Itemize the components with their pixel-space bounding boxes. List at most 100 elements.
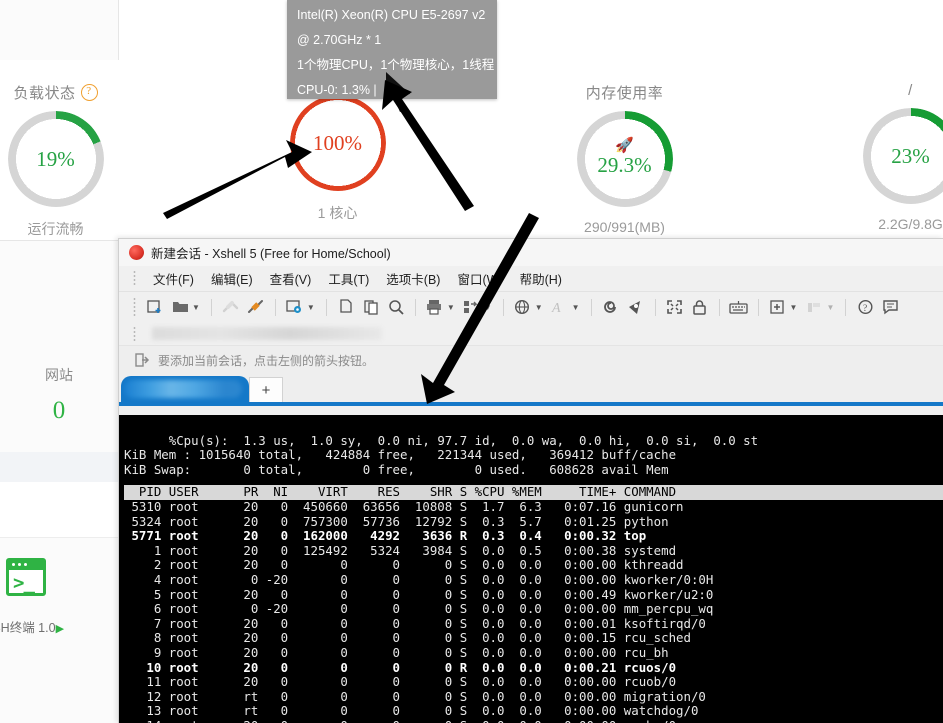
svg-text:A: A: [551, 301, 561, 315]
terminal-process-row: 6 root 0 -20 0 0 0 S 0.0 0.0 0:00.00 mm_…: [153, 601, 714, 617]
terminal-process-row: 7 root 20 0 0 0 0 S 0.0 0.0 0:00.01 ksof…: [153, 615, 706, 631]
terminal-summary-line-1: %Cpu(s): 1.3 us, 1.0 sy, 0.0 ni, 97.7 id…: [168, 432, 759, 448]
menu-item-edit[interactable]: 编辑(E): [211, 269, 253, 288]
terminal-process-row: 11 root 20 0 0 0 0 S 0.0 0.0 0:00.00 rcu…: [146, 674, 677, 690]
help-circle-icon[interactable]: ?: [855, 297, 875, 317]
gauge-ring-memory: 🚀 29.3%: [576, 111, 673, 207]
site-count-value: 0: [52, 397, 66, 424]
terminal-process-row: 5 root 20 0 0 0 0 S 0.0 0.0 0:00.49 kwor…: [153, 586, 714, 602]
cpu-tooltip-line-3: 1个物理CPU，1个物理核心，1线程: [297, 58, 495, 72]
gauge-value-memory: 🚀 29.3%: [577, 111, 673, 207]
gauge-ring-cpu: 100%: [289, 95, 386, 191]
gauge-title-load-text: 负载状态: [13, 85, 76, 102]
new-session-icon[interactable]: [145, 297, 165, 317]
menubar-grip[interactable]: [133, 270, 136, 287]
menu-item-help[interactable]: 帮助(H): [520, 269, 562, 288]
xshell-hint-bar: 要添加当前会话，点击左侧的箭头按钮。: [119, 345, 943, 374]
chevron-down-icon[interactable]: ▼: [192, 303, 200, 312]
copy-icon[interactable]: [336, 297, 356, 317]
help-icon[interactable]: ?: [80, 84, 98, 101]
transfer-files-icon[interactable]: [462, 297, 482, 317]
gauge-ring-load: 19%: [7, 111, 104, 207]
gauge-card-load[interactable]: 负载状态 ? 19% 运行流畅: [0, 60, 173, 240]
chevron-down-icon-4[interactable]: ▼: [484, 303, 492, 312]
xshell-hint-text: 要添加当前会话，点击左侧的箭头按钮。: [158, 353, 375, 368]
session-tab-active[interactable]: [121, 376, 249, 402]
cpu-tooltip-line-4: CPU-0: 1.3% |: [297, 83, 377, 97]
new-tab-icon[interactable]: [768, 297, 788, 317]
site-count-label: 网站: [45, 367, 73, 383]
menu-item-file[interactable]: 文件(F): [153, 269, 194, 288]
xshell-spiral-icon[interactable]: [601, 297, 621, 317]
ssh-terminal-caption[interactable]: SSH终端 1.0▶: [0, 617, 104, 636]
site-count-card[interactable]: 网站 0: [0, 347, 118, 453]
paste-icon[interactable]: [361, 297, 381, 317]
toolbar-separator-7: [654, 298, 656, 316]
menu-item-tools[interactable]: 工具(T): [328, 269, 369, 288]
play-icon[interactable]: ▶: [56, 623, 64, 635]
gauge-card-disk[interactable]: / 23% 2.2G/9.8G: [793, 60, 943, 240]
menu-item-view[interactable]: 查看(V): [270, 269, 312, 288]
chevron-down-icon-5[interactable]: ▼: [535, 303, 543, 312]
gauge-title-memory: 内存使用率: [586, 82, 664, 103]
sidebar-strip: [0, 452, 118, 482]
terminal-process-row: 12 root rt 0 0 0 0 S 0.0 0.0 0:00.00 mig…: [146, 688, 706, 704]
layout-icon: [804, 297, 824, 317]
gauge-card-memory[interactable]: 内存使用率 🚀 29.3% 290/991(MB): [507, 60, 742, 240]
lock-icon[interactable]: [690, 297, 710, 317]
sidebar-row: [0, 482, 118, 538]
xshell-menubar[interactable]: 文件(F) 编辑(E) 查看(V) 工具(T) 选项卡(B) 窗口(W) 帮助(…: [119, 266, 943, 291]
addressbar-grip[interactable]: [133, 325, 136, 342]
keyboard-icon[interactable]: [729, 297, 749, 317]
xshell-titlebar[interactable]: 新建会话 - Xshell 5 (Free for Home/School): [119, 239, 943, 266]
toolbar-separator-3: [325, 298, 327, 316]
gauge-value-disk: 23%: [891, 143, 930, 168]
print-icon[interactable]: [425, 297, 445, 317]
gauge-sub-memory: 290/991(MB): [584, 219, 665, 235]
terminal-process-row: 1 root 20 0 125492 5324 3984 S 0.0 0.5 0…: [153, 542, 677, 558]
gauge-value-memory-text: 29.3%: [597, 153, 652, 177]
xshell-window-title: 新建会话 - Xshell 5 (Free for Home/School): [151, 247, 391, 261]
terminal-process-row: 9 root 20 0 0 0 0 S 0.0 0.0 0:00.00 rcu_…: [153, 644, 669, 660]
fullscreen-icon[interactable]: [665, 297, 685, 317]
address-field-blurred[interactable]: [152, 327, 382, 340]
chevron-down-icon-2[interactable]: ▼: [307, 303, 315, 312]
xshell-tabbar[interactable]: +: [119, 374, 943, 402]
terminal-process-row: 14 root 20 0 0 0 0 S 0.0 0.0 0:00.00 cpu…: [124, 718, 676, 723]
gauge-sub-cpu: 1 核心: [317, 205, 358, 221]
open-folder-icon[interactable]: [170, 297, 190, 317]
screen: 负载状态 ? 19% 运行流畅 100% 1 核心 内存使用率 🚀 29.3%: [0, 0, 943, 723]
terminal-table-header: PID USER PR NI VIRT RES SHR S %CPU %MEM …: [124, 485, 943, 500]
chevron-down-icon-6[interactable]: ▼: [572, 303, 580, 312]
xshell-window: 新建会话 - Xshell 5 (Free for Home/School) 文…: [118, 238, 943, 723]
gauge-title-load: 负载状态 ?: [13, 82, 98, 103]
menu-item-tabs[interactable]: 选项卡(B): [386, 269, 440, 288]
ssh-terminal-icon[interactable]: >_: [6, 558, 46, 596]
cpu-tooltip-line-1: Intel(R) Xeon(R) CPU E5-2697 v2: [297, 8, 486, 22]
gauge-sub-disk: 2.2G/9.8G: [878, 216, 943, 232]
chevron-down-icon-3[interactable]: ▼: [447, 303, 455, 312]
add-session-arrow-icon: [135, 353, 150, 367]
find-icon[interactable]: [386, 297, 406, 317]
ssh-terminal-icon-prompt: >_: [13, 572, 35, 594]
gauge-value-load: 19%: [36, 146, 75, 171]
menu-item-window[interactable]: 窗口(W): [457, 269, 502, 288]
gauge-title-disk: /: [908, 82, 913, 99]
toolbar-separator-9: [757, 298, 759, 316]
new-tab-button[interactable]: +: [249, 377, 283, 402]
globe-icon[interactable]: [513, 297, 533, 317]
font-icon[interactable]: A: [550, 297, 570, 317]
xftp-icon[interactable]: [626, 297, 646, 317]
toolbar-separator: [210, 298, 212, 316]
xshell-toolbar[interactable]: ▼ ▼ ▼ ▼ ▼ A ▼ ▼ ▼ ?: [119, 291, 943, 322]
session-properties-icon[interactable]: [285, 297, 305, 317]
terminal-process-row: 13 root rt 0 0 0 0 S 0.0 0.0 0:00.00 wat…: [146, 703, 699, 719]
feedback-icon[interactable]: [880, 297, 900, 317]
chevron-down-icon-7[interactable]: ▼: [790, 303, 798, 312]
toolbar-separator-5: [502, 298, 504, 316]
connect-icon[interactable]: [246, 297, 266, 317]
terminal-process-row: 5310 root 20 0 450660 63656 10808 S 1.7 …: [131, 498, 684, 514]
toolbar-grip[interactable]: [133, 297, 136, 317]
terminal-output[interactable]: %Cpu(s): 1.3 us, 1.0 sy, 0.0 ni, 97.7 id…: [119, 415, 943, 723]
xshell-address-bar[interactable]: [119, 322, 943, 345]
